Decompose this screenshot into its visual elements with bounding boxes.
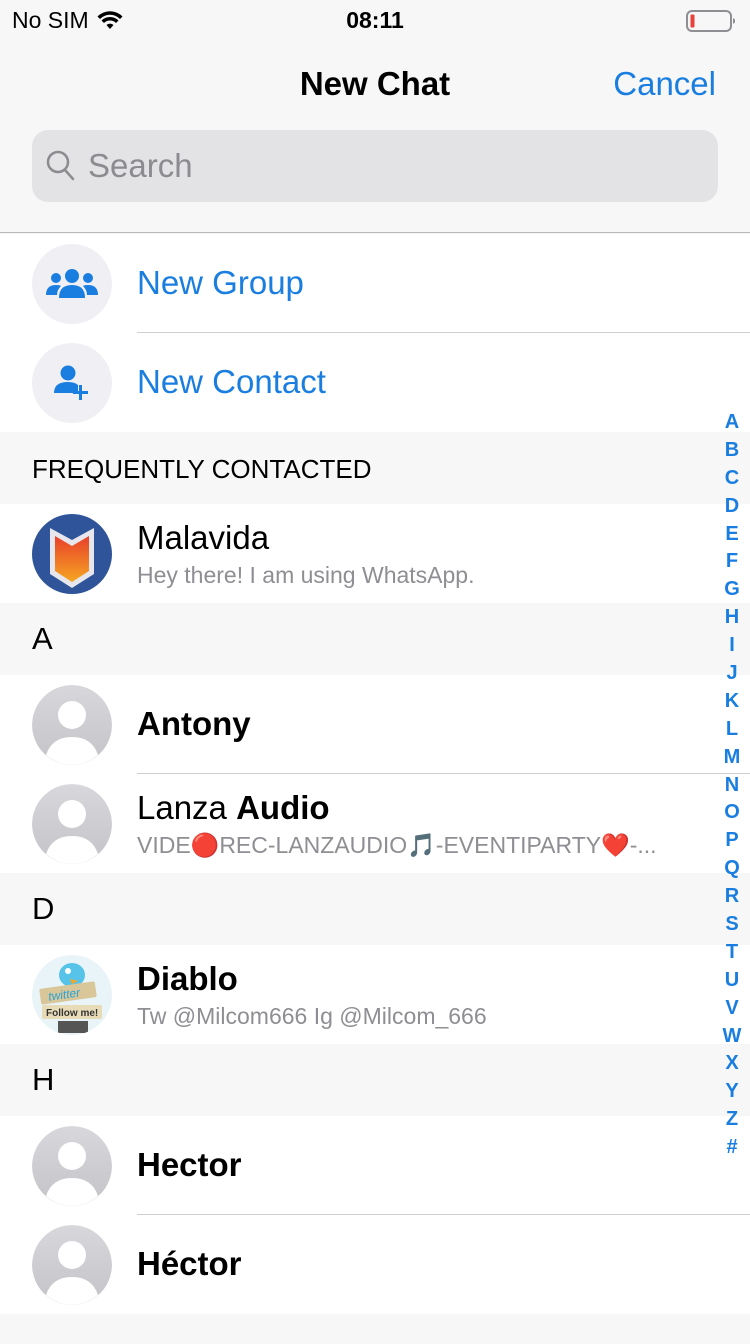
index-letter[interactable]: L	[726, 715, 738, 743]
search-container	[0, 128, 750, 233]
navigation-bar: New Chat Cancel	[0, 40, 750, 128]
index-letter[interactable]: R	[725, 882, 739, 910]
search-input[interactable]	[88, 147, 688, 185]
index-letter[interactable]: U	[725, 966, 739, 994]
contact-name: Diablo	[137, 960, 238, 997]
contact-first-name: Lanza	[137, 789, 227, 826]
default-avatar-icon	[32, 685, 112, 765]
contact-last-name: Audio	[236, 789, 330, 826]
index-letter[interactable]: P	[725, 826, 738, 854]
avatar-placeholder	[32, 784, 112, 864]
twitter-bird-avatar-icon: twitter Follow me!	[39, 963, 102, 1033]
index-letter[interactable]: H	[725, 603, 739, 631]
new-group-icon-circle	[32, 244, 112, 324]
index-letter[interactable]: A	[725, 408, 739, 436]
battery-icon	[686, 10, 735, 32]
contact-row-malavida[interactable]: Malavida Hey there! I am using WhatsApp.	[0, 504, 750, 603]
index-letter[interactable]: F	[726, 547, 738, 575]
malavida-logo-icon	[50, 528, 94, 588]
search-icon	[46, 150, 75, 181]
svg-text:Follow me!: Follow me!	[46, 1008, 98, 1019]
avatar-malavida	[32, 514, 112, 594]
section-header-d: D	[0, 873, 750, 945]
index-letter[interactable]: E	[725, 520, 738, 548]
index-letter[interactable]: Q	[724, 854, 740, 882]
search-bar[interactable]	[32, 130, 718, 202]
contact-row-hector-accent[interactable]: Héctor	[0, 1215, 750, 1314]
index-letter[interactable]: V	[725, 994, 738, 1022]
index-letter[interactable]: C	[725, 464, 739, 492]
section-header-a: A	[0, 603, 750, 675]
section-title: A	[32, 621, 53, 656]
contact-status: Tw @Milcom666 Ig @Milcom_666	[137, 1003, 487, 1029]
index-letter[interactable]: I	[729, 631, 735, 659]
contact-row-lanza-audio[interactable]: Lanza Audio VIDE🔴REC-LANZAUDIO🎵-EVENTIPA…	[0, 774, 750, 873]
index-letter[interactable]: M	[724, 743, 741, 771]
contact-name: Malavida	[137, 519, 270, 556]
add-contact-icon	[54, 365, 88, 400]
avatar-placeholder	[32, 685, 112, 765]
new-contact-row[interactable]: New Contact	[0, 333, 750, 432]
index-letter[interactable]: W	[723, 1022, 742, 1050]
section-header-frequent: FREQUENTLY CONTACTED	[0, 432, 750, 504]
avatar-placeholder	[32, 1126, 112, 1206]
contact-row-hector[interactable]: Hector	[0, 1116, 750, 1215]
index-letter[interactable]: D	[725, 492, 739, 520]
section-title: D	[32, 891, 55, 926]
avatar-placeholder	[32, 1225, 112, 1305]
default-avatar-icon	[32, 1126, 112, 1206]
index-letter[interactable]: Y	[725, 1077, 738, 1105]
contact-status: Hey there! I am using WhatsApp.	[137, 562, 475, 588]
clock: 08:11	[346, 7, 404, 33]
avatar-diablo: twitter Follow me!	[32, 955, 112, 1035]
index-letter[interactable]: O	[724, 798, 740, 826]
index-letter[interactable]: N	[725, 771, 739, 799]
index-letter[interactable]: B	[725, 436, 739, 464]
contact-status: VIDE🔴REC-LANZAUDIO🎵-EVENTIPARTY❤️-...	[137, 832, 657, 858]
index-letter[interactable]: K	[725, 687, 739, 715]
section-title: FREQUENTLY CONTACTED	[32, 454, 372, 484]
index-letter[interactable]: Z	[726, 1105, 738, 1133]
new-group-label: New Group	[137, 264, 304, 301]
contact-row-diablo[interactable]: twitter Follow me! Diablo Tw @Milcom666 …	[0, 945, 750, 1044]
index-letter[interactable]: J	[726, 659, 737, 687]
contact-list[interactable]: New Group New Contact FREQUENTLY CONTACT…	[0, 234, 750, 1344]
section-header-h: H	[0, 1044, 750, 1116]
contact-name: Hector	[137, 1146, 242, 1183]
group-icon	[46, 269, 98, 298]
new-contact-icon-circle	[32, 343, 112, 423]
section-title: H	[32, 1062, 55, 1097]
contact-row-antony[interactable]: Antony	[0, 675, 750, 774]
section-index-bar[interactable]: A B C D E F G H I J K L M N O P Q R S T U V W X Y Z #	[720, 408, 744, 1161]
contact-name: Lanza Audio	[137, 789, 330, 827]
contact-name: Antony	[137, 705, 251, 742]
index-letter[interactable]: T	[726, 938, 738, 966]
index-letter[interactable]: X	[725, 1049, 738, 1077]
default-avatar-icon	[32, 784, 112, 864]
index-letter[interactable]: #	[726, 1133, 737, 1161]
index-letter[interactable]: S	[725, 910, 738, 938]
default-avatar-icon	[32, 1225, 112, 1305]
new-group-row[interactable]: New Group	[0, 234, 750, 333]
list-footer	[0, 1314, 750, 1344]
new-contact-label: New Contact	[137, 363, 326, 400]
cancel-button[interactable]: Cancel	[613, 65, 716, 103]
index-letter[interactable]: G	[724, 575, 740, 603]
contact-name: Héctor	[137, 1245, 242, 1282]
status-bar: No SIM 08:11	[0, 0, 750, 40]
